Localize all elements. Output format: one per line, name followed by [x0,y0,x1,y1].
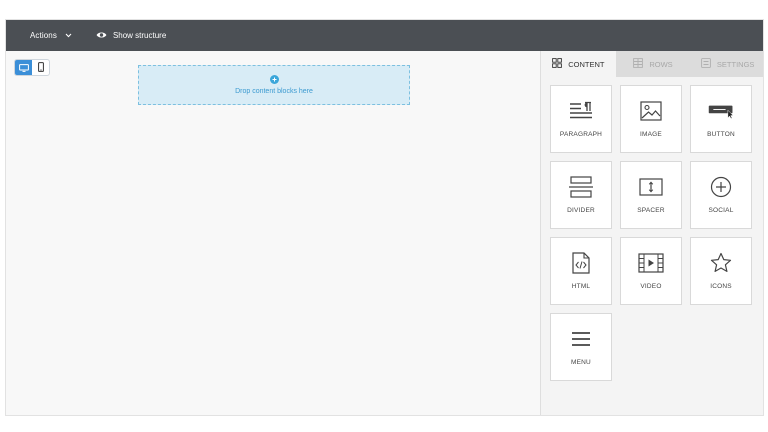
eye-icon [96,31,107,41]
social-label: SOCIAL [708,207,734,214]
tab-content[interactable]: CONTENT [541,51,616,77]
spacer-label: SPACER [637,207,665,214]
sidebar-tabs: CONTENT ROWS SETTINGS [541,51,763,77]
actions-label: Actions [30,31,57,40]
show-structure-toggle[interactable]: Show structure [86,20,166,51]
spacer-block[interactable]: SPACER [620,161,682,229]
mobile-view-button[interactable] [32,60,49,75]
chevron-down-icon [65,33,72,40]
star-icon [708,252,734,274]
paragraph-icon [568,100,594,122]
html-block[interactable]: HTML [550,237,612,305]
content-blocks-grid: PARAGRAPH IMAGE BUTTON DIVIDER SPACER SO… [550,85,752,381]
divider-block[interactable]: DIVIDER [550,161,612,229]
paragraph-label: PARAGRAPH [559,131,603,138]
divider-label: DIVIDER [567,207,595,214]
button-icon [708,100,734,122]
drop-zone[interactable]: Drop content blocks here [138,65,410,105]
video-icon [638,252,664,274]
device-toggle [14,59,50,76]
menu-icon [568,328,594,350]
content-sidebar: CONTENT ROWS SETTINGS PARAGRAPH IMAGE BU… [540,51,763,415]
menu-label: MENU [571,359,591,366]
menu-block[interactable]: MENU [550,313,612,381]
tab-rows[interactable]: ROWS [615,51,691,77]
button-block[interactable]: BUTTON [690,85,752,153]
grid-icon [552,58,563,70]
html-icon [568,252,594,274]
social-block[interactable]: SOCIAL [690,161,752,229]
icons-block[interactable]: ICONS [690,237,752,305]
tab-settings[interactable]: SETTINGS [690,51,763,77]
divider-icon [568,176,594,198]
social-icon [708,176,734,198]
desktop-view-button[interactable] [15,60,32,75]
settings-icon [701,58,711,70]
email-canvas: Drop content blocks here [6,51,540,415]
icons-label: ICONS [710,283,732,290]
plus-icon [269,75,279,84]
video-label: VIDEO [640,283,662,290]
image-block[interactable]: IMAGE [620,85,682,153]
video-block[interactable]: VIDEO [620,237,682,305]
mobile-icon [37,60,44,75]
tab-content-label: CONTENT [568,59,605,69]
html-label: HTML [571,283,591,290]
tab-rows-label: ROWS [649,59,673,69]
spacer-icon [638,176,664,198]
drop-zone-text: Drop content blocks here [235,88,313,95]
image-icon [638,100,664,122]
top-toolbar: Actions Show structure [6,20,763,51]
tab-settings-label: SETTINGS [716,59,755,69]
paragraph-block[interactable]: PARAGRAPH [550,85,612,153]
desktop-icon [18,60,29,75]
rows-icon [633,58,644,70]
editor-frame: Actions Show structure Drop content bloc… [5,19,764,416]
image-label: IMAGE [640,131,662,138]
actions-dropdown[interactable]: Actions [6,20,86,51]
show-structure-label: Show structure [112,31,167,40]
button-label: BUTTON [707,131,735,138]
